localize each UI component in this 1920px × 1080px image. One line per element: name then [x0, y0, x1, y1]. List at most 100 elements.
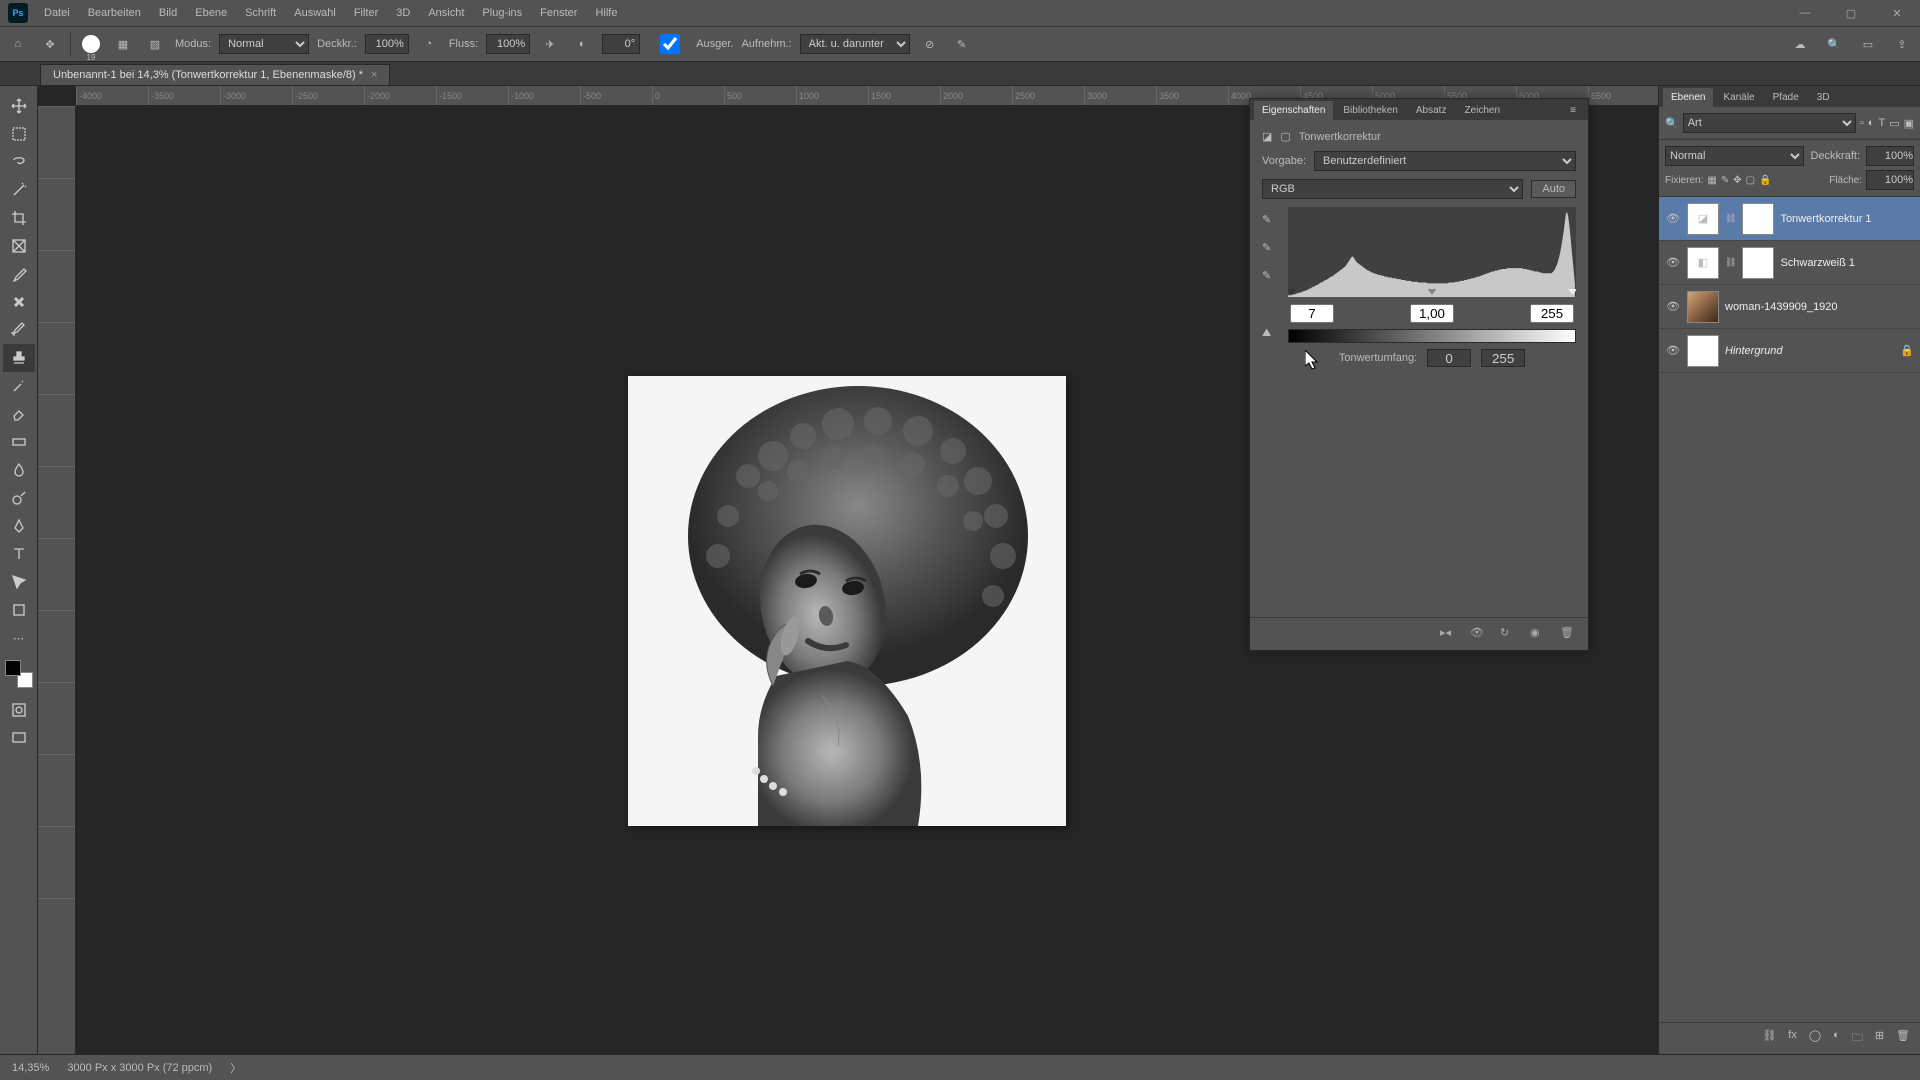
output-white-input[interactable]: [1481, 349, 1525, 367]
heal-tool[interactable]: [3, 288, 35, 316]
gray-eyedropper-icon[interactable]: ✎: [1262, 241, 1280, 259]
brush-tool[interactable]: [3, 316, 35, 344]
tab-pfade[interactable]: Pfade: [1765, 88, 1807, 107]
layer-fill-input[interactable]: [1866, 170, 1914, 190]
angle-icon[interactable]: ◐: [570, 32, 594, 56]
menu-schrift[interactable]: Schrift: [237, 3, 284, 23]
color-swatches[interactable]: [5, 660, 33, 688]
new-adj-icon[interactable]: ◐: [1833, 1029, 1840, 1048]
toggle-visibility-icon[interactable]: ◉: [1530, 626, 1546, 642]
tab-bibliotheken[interactable]: Bibliotheken: [1335, 101, 1405, 120]
zoom-level[interactable]: 14,35%: [12, 1062, 49, 1074]
eyedropper-tool[interactable]: [3, 260, 35, 288]
link-icon[interactable]: ⛓: [1725, 257, 1736, 268]
lasso-tool[interactable]: [3, 148, 35, 176]
history-brush-tool[interactable]: [3, 372, 35, 400]
lock-trans-icon[interactable]: ▦: [1707, 175, 1716, 186]
brush-preview[interactable]: 19: [79, 32, 103, 56]
stamp-tool[interactable]: [3, 344, 35, 372]
close-tab-icon[interactable]: ×: [371, 69, 377, 81]
clip-icon[interactable]: ▸◂: [1440, 626, 1456, 642]
blend-mode-select[interactable]: Normal: [219, 34, 309, 54]
pen-tool[interactable]: [3, 512, 35, 540]
gamma-input[interactable]: [1410, 304, 1454, 323]
airbrush-icon[interactable]: ✈: [538, 32, 562, 56]
filter-type-icon[interactable]: T: [1878, 117, 1885, 129]
marquee-tool[interactable]: [3, 120, 35, 148]
layer-mask-thumb[interactable]: [1742, 247, 1774, 279]
visibility-icon[interactable]: 👁: [1665, 212, 1681, 225]
white-eyedropper-icon[interactable]: ✎: [1262, 269, 1280, 287]
black-eyedropper-icon[interactable]: ✎: [1262, 213, 1280, 231]
screenmode-icon[interactable]: [3, 724, 35, 752]
eraser-tool[interactable]: [3, 400, 35, 428]
minimize-button[interactable]: —: [1782, 0, 1828, 26]
ignore-adj-icon[interactable]: ⊘: [918, 32, 942, 56]
filter-pixel-icon[interactable]: ▫: [1860, 117, 1864, 129]
fx-icon[interactable]: fx: [1788, 1029, 1797, 1048]
histogram-chart[interactable]: [1288, 207, 1576, 297]
pressure-opacity-icon[interactable]: ◔: [417, 32, 441, 56]
auto-button[interactable]: Auto: [1531, 180, 1576, 198]
tab-zeichen[interactable]: Zeichen: [1456, 101, 1508, 120]
output-gradient[interactable]: [1288, 329, 1576, 343]
layer-filter-select[interactable]: Art: [1683, 113, 1856, 133]
angle-input[interactable]: [602, 34, 640, 54]
workspace-icon[interactable]: ▭: [1856, 32, 1880, 56]
menu-filter[interactable]: Filter: [346, 3, 386, 23]
visibility-icon[interactable]: 👁: [1665, 256, 1681, 269]
menu-bild[interactable]: Bild: [151, 3, 185, 23]
doc-info[interactable]: 3000 Px x 3000 Px (72 ppcm): [67, 1062, 212, 1074]
document-tab[interactable]: Unbenannt-1 bei 14,3% (Tonwertkorrektur …: [40, 64, 390, 85]
tab-absatz[interactable]: Absatz: [1408, 101, 1455, 120]
pressure-size-icon[interactable]: ✎: [950, 32, 974, 56]
dodge-tool[interactable]: [3, 484, 35, 512]
tab-kanaele[interactable]: Kanäle: [1715, 88, 1762, 107]
tool-preset-icon[interactable]: ✥: [38, 32, 62, 56]
close-button[interactable]: ✕: [1874, 0, 1920, 26]
filter-shape-icon[interactable]: ▭: [1889, 117, 1899, 130]
visibility-icon[interactable]: 👁: [1665, 344, 1681, 357]
layer-thumb[interactable]: [1687, 335, 1719, 367]
layer-row[interactable]: 👁 ◪ ⛓ Tonwertkorrektur 1: [1659, 197, 1920, 241]
more-tools[interactable]: ⋯: [3, 624, 35, 652]
flow-input[interactable]: [486, 34, 530, 54]
link-icon[interactable]: ⛓: [1725, 213, 1736, 224]
frame-tool[interactable]: [3, 232, 35, 260]
quickmask-icon[interactable]: [3, 696, 35, 724]
menu-ebene[interactable]: Ebene: [187, 3, 235, 23]
gradient-tool[interactable]: [3, 428, 35, 456]
tab-eigenschaften[interactable]: Eigenschaften: [1254, 101, 1333, 120]
menu-auswahl[interactable]: Auswahl: [286, 3, 344, 23]
layer-row[interactable]: 👁 woman-1439909_1920: [1659, 285, 1920, 329]
white-point-input[interactable]: [1530, 304, 1574, 323]
panel-menu-icon[interactable]: ≡: [1562, 101, 1584, 120]
lock-nest-icon[interactable]: ▢: [1746, 175, 1755, 186]
link-layers-icon[interactable]: ⛓: [1762, 1029, 1776, 1048]
histogram-icon[interactable]: ⛰: [1262, 327, 1280, 345]
menu-plugins[interactable]: Plug-ins: [474, 3, 530, 23]
tab-3d[interactable]: 3D: [1809, 88, 1838, 107]
preset-select[interactable]: Benutzerdefiniert: [1314, 151, 1576, 171]
menu-bearbeiten[interactable]: Bearbeiten: [80, 3, 149, 23]
delete-adj-icon[interactable]: 🗑: [1560, 626, 1576, 642]
brush-settings-icon[interactable]: ▨: [143, 32, 167, 56]
path-tool[interactable]: [3, 568, 35, 596]
visibility-icon[interactable]: 👁: [1665, 300, 1681, 313]
share-icon[interactable]: ⇪: [1890, 32, 1914, 56]
blur-tool[interactable]: [3, 456, 35, 484]
sample-select[interactable]: Akt. u. darunter: [800, 34, 910, 54]
tab-ebenen[interactable]: Ebenen: [1663, 88, 1713, 107]
lock-all-icon[interactable]: 🔒: [1759, 175, 1771, 186]
channel-select[interactable]: RGB: [1262, 179, 1523, 199]
filter-smart-icon[interactable]: ▣: [1904, 117, 1914, 130]
menu-3d[interactable]: 3D: [388, 3, 418, 23]
lock-pos-icon[interactable]: ✥: [1733, 175, 1741, 186]
document-canvas[interactable]: [628, 376, 1066, 826]
mask-icon[interactable]: ◯: [1809, 1029, 1821, 1048]
cloud-icon[interactable]: ☁: [1788, 32, 1812, 56]
layer-row[interactable]: 👁 ◧ ⛓ Schwarzweiß 1: [1659, 241, 1920, 285]
opacity-input[interactable]: [365, 34, 409, 54]
new-layer-icon[interactable]: ⊞: [1875, 1029, 1884, 1048]
brush-panel-icon[interactable]: ▦: [111, 32, 135, 56]
